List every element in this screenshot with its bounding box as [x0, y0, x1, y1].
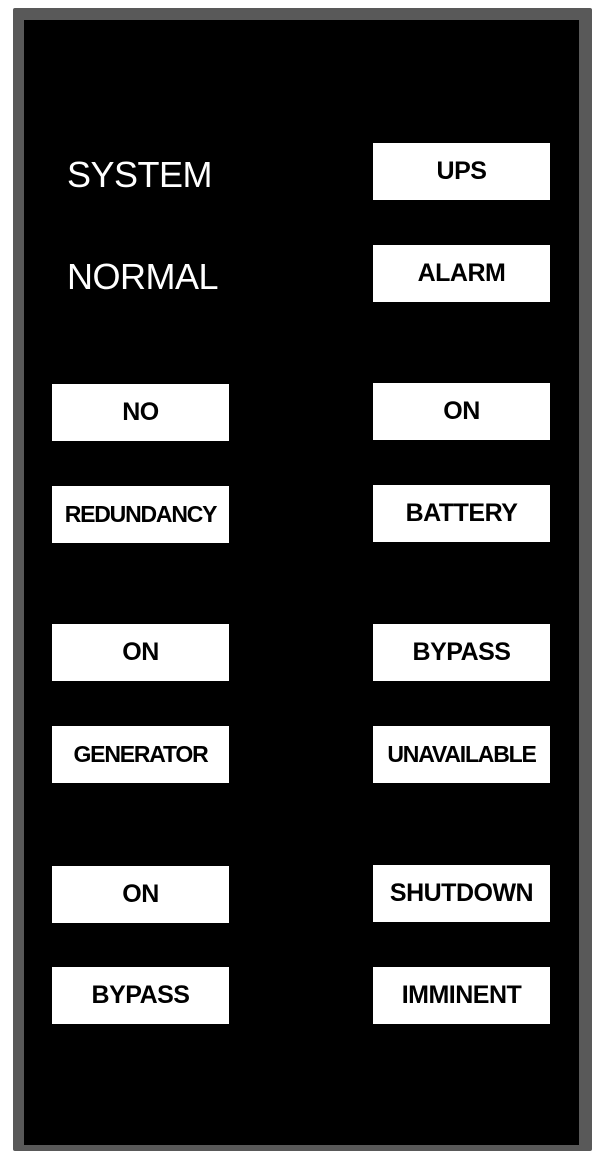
status-system-label: SYSTEM: [67, 154, 213, 195]
indicator-shutdown-imminent-bottom: IMMINENT: [373, 967, 550, 1024]
indicator-no-redundancy-top: NO: [52, 384, 229, 441]
indicator-ups-alarm-top: UPS: [373, 143, 550, 200]
indicator-on-bypass-bottom: BYPASS: [52, 967, 229, 1024]
indicator-bypass-unavailable-top: BYPASS: [373, 624, 550, 681]
indicator-on-bypass-top: ON: [52, 866, 229, 923]
indicator-on-battery-top: ON: [373, 383, 550, 440]
indicator-on-generator-bottom: GENERATOR: [52, 726, 229, 783]
status-normal-label: NORMAL: [67, 256, 219, 297]
indicator-on-generator-top: ON: [52, 624, 229, 681]
indicator-on-battery-bottom: BATTERY: [373, 485, 550, 542]
indicator-no-redundancy-bottom: REDUNDANCY: [52, 486, 229, 543]
indicator-ups-alarm-bottom: ALARM: [373, 245, 550, 302]
indicator-bypass-unavailable-bottom: UNAVAILABLE: [373, 726, 550, 783]
indicator-shutdown-imminent-top: SHUTDOWN: [373, 865, 550, 922]
